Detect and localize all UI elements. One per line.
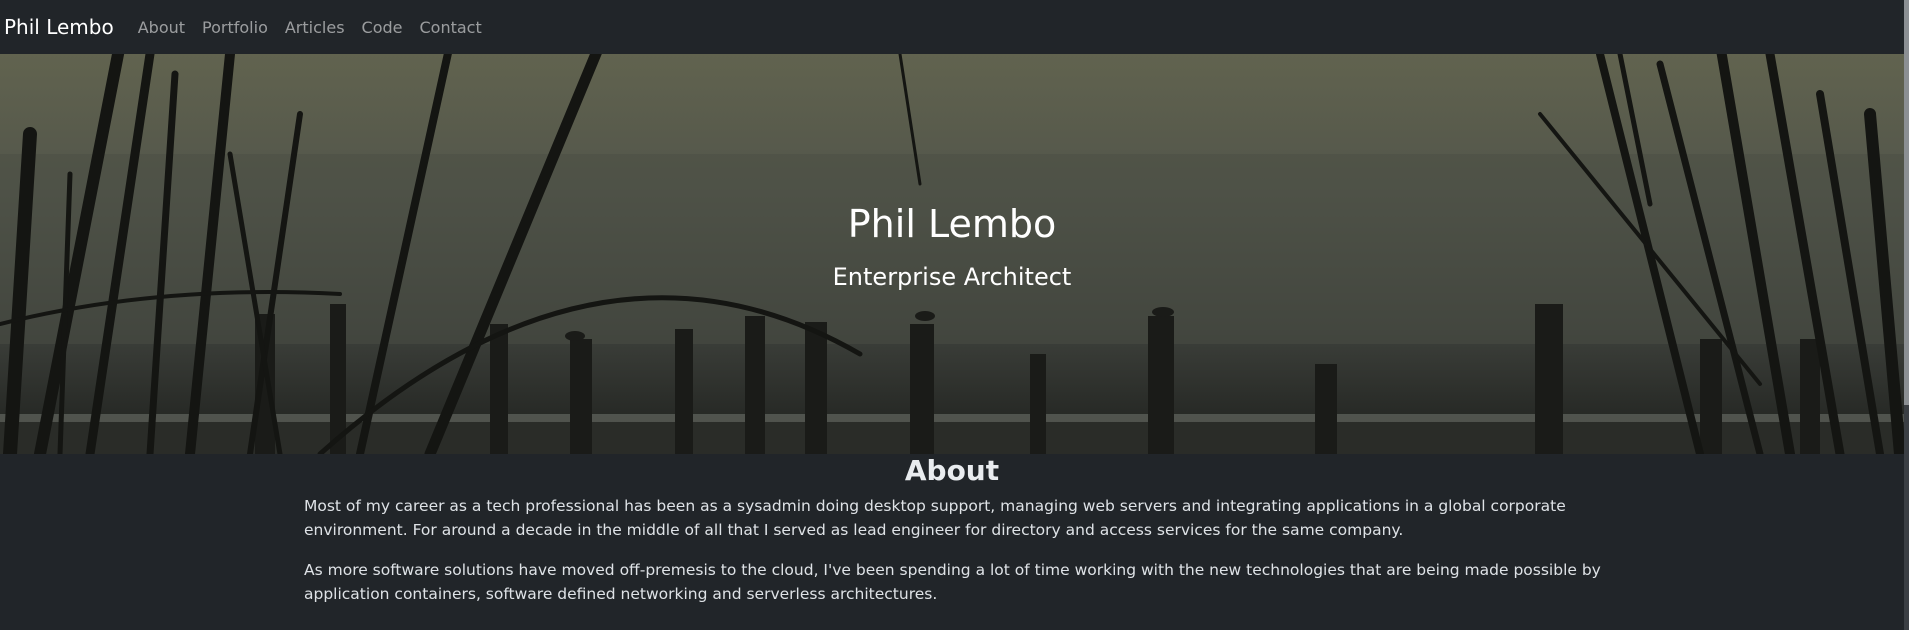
nav-link-portfolio[interactable]: Portfolio: [202, 18, 268, 37]
about-title: About: [904, 454, 1000, 487]
about-paragraph-2: As more software solutions have moved of…: [304, 561, 1601, 603]
nav-link-about[interactable]: About: [138, 18, 185, 37]
about-paragraph-1: Most of my career as a tech professional…: [304, 497, 1566, 539]
navbar: Phil Lembo About Portfolio Articles Code…: [0, 0, 1904, 54]
hero-background-image: [0, 54, 1904, 454]
scrollbar-thumb[interactable]: [1904, 0, 1909, 405]
page-scrollbar[interactable]: [1904, 0, 1909, 630]
nav-link-articles[interactable]: Articles: [285, 18, 345, 37]
nav-link-code[interactable]: Code: [362, 18, 403, 37]
nav-links: About Portfolio Articles Code Contact: [138, 18, 499, 37]
hero-subtitle: Enterprise Architect: [832, 263, 1072, 291]
about-section: About Most of my career as a tech profes…: [0, 454, 1904, 603]
hero-title: Phil Lembo: [847, 202, 1057, 246]
hero-banner: Phil Lembo Enterprise Architect: [0, 54, 1904, 454]
nav-link-contact[interactable]: Contact: [420, 18, 482, 37]
brand-link[interactable]: Phil Lembo: [0, 15, 114, 39]
